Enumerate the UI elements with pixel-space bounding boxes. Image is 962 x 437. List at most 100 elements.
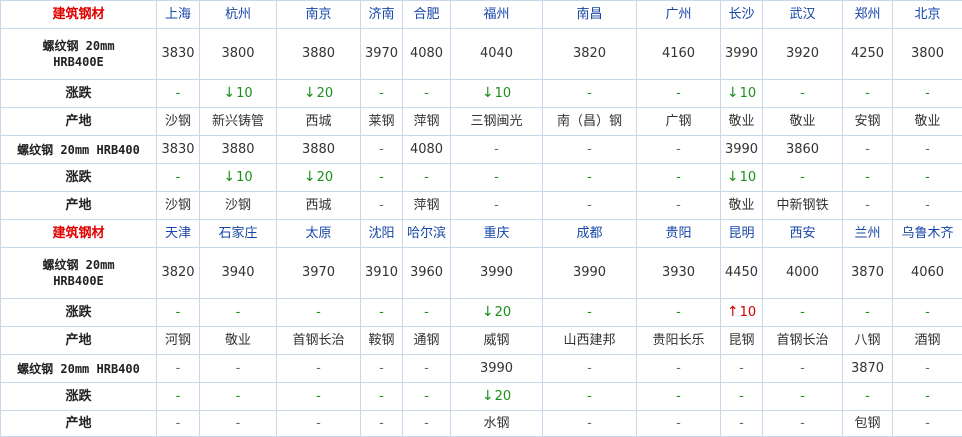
change-cell: ↓10: [200, 164, 277, 192]
city-header[interactable]: 南京: [277, 1, 361, 29]
price-cell: 3970: [277, 248, 361, 299]
change-value: -: [865, 86, 870, 101]
origin-cell: 莱钢: [361, 108, 403, 136]
arrow-down-icon: ↓: [304, 169, 316, 185]
city-header[interactable]: 上海: [157, 1, 200, 29]
origin-cell: -: [200, 411, 277, 437]
price-cell: 4160: [637, 29, 721, 80]
change-value: 10: [236, 86, 253, 101]
change-value: -: [800, 170, 805, 185]
city-header[interactable]: 贵阳: [637, 220, 721, 248]
product-label: 螺纹钢 20mm HRB400: [1, 355, 157, 383]
city-header[interactable]: 长沙: [721, 1, 763, 29]
change-cell: -: [637, 164, 721, 192]
origin-cell: -: [721, 411, 763, 437]
change-cell: -: [893, 299, 962, 327]
city-header[interactable]: 西安: [763, 220, 843, 248]
origin-cell: 首钢长治: [277, 327, 361, 355]
change-value: -: [865, 305, 870, 320]
change-value: -: [424, 86, 429, 101]
change-value: -: [424, 389, 429, 404]
city-header[interactable]: 武汉: [763, 1, 843, 29]
change-cell: -: [637, 80, 721, 108]
product-label-line: 螺纹钢 20mm HRB400: [17, 143, 140, 157]
origin-cell: 沙钢: [157, 108, 200, 136]
origin-cell: 安钢: [843, 108, 893, 136]
change-value: 20: [495, 305, 512, 320]
change-value: -: [739, 389, 744, 404]
origin-cell: -: [893, 192, 962, 220]
city-header[interactable]: 郑州: [843, 1, 893, 29]
change-value: -: [865, 389, 870, 404]
change-cell: -: [403, 383, 451, 411]
price-cell: 3870: [843, 248, 893, 299]
city-header[interactable]: 济南: [361, 1, 403, 29]
price-cell: 4060: [893, 248, 962, 299]
change-row: 涨跌-↓10↓20--↓10--↓10---: [1, 80, 962, 108]
price-cell: -: [543, 136, 637, 164]
city-header[interactable]: 杭州: [200, 1, 277, 29]
origin-cell: 三钢闽光: [451, 108, 543, 136]
origin-cell: -: [403, 411, 451, 437]
price-row: 螺纹钢 20mm HRB400383038803880-4080---39903…: [1, 136, 962, 164]
change-cell: -: [893, 164, 962, 192]
origin-cell: 通钢: [403, 327, 451, 355]
price-cell: -: [637, 136, 721, 164]
origin-cell: 包钢: [843, 411, 893, 437]
price-cell: 3800: [200, 29, 277, 80]
price-cell: 3870: [843, 355, 893, 383]
change-cell: ↓20: [451, 299, 543, 327]
origin-cell: 河钢: [157, 327, 200, 355]
change-cell: -: [157, 164, 200, 192]
origin-cell: 沙钢: [200, 192, 277, 220]
city-header[interactable]: 北京: [893, 1, 962, 29]
origin-cell: -: [763, 411, 843, 437]
origin-cell: 敬业: [763, 108, 843, 136]
change-cell: -: [543, 80, 637, 108]
city-header[interactable]: 哈尔滨: [403, 220, 451, 248]
change-cell: -: [277, 299, 361, 327]
change-cell: ↓10: [451, 80, 543, 108]
price-cell: 4040: [451, 29, 543, 80]
price-cell: 3990: [451, 248, 543, 299]
change-cell: ↓20: [277, 80, 361, 108]
arrow-down-icon: ↓: [482, 388, 494, 404]
change-cell: -: [277, 383, 361, 411]
city-header[interactable]: 福州: [451, 1, 543, 29]
city-header[interactable]: 南昌: [543, 1, 637, 29]
price-cell: 3880: [200, 136, 277, 164]
city-header[interactable]: 兰州: [843, 220, 893, 248]
change-value: -: [379, 170, 384, 185]
change-cell: -: [843, 383, 893, 411]
city-header[interactable]: 天津: [157, 220, 200, 248]
city-header[interactable]: 广州: [637, 1, 721, 29]
city-header[interactable]: 合肥: [403, 1, 451, 29]
origin-cell: -: [361, 192, 403, 220]
product-label-line: 螺纹钢 20mm: [42, 39, 114, 53]
city-header[interactable]: 重庆: [451, 220, 543, 248]
price-cell: 3940: [200, 248, 277, 299]
change-value: -: [176, 389, 181, 404]
origin-cell: 敬业: [721, 108, 763, 136]
change-row: 涨跌-----↓20------: [1, 383, 962, 411]
price-cell: -: [543, 355, 637, 383]
origin-cell: 南（昌）钢: [543, 108, 637, 136]
price-row: 螺纹钢 20mm HRB400-----3990----3870-: [1, 355, 962, 383]
price-cell: 3990: [543, 248, 637, 299]
origin-cell: 西城: [277, 192, 361, 220]
change-cell: -: [361, 164, 403, 192]
city-header[interactable]: 太原: [277, 220, 361, 248]
change-value: 10: [740, 86, 757, 101]
city-header[interactable]: 乌鲁木齐: [893, 220, 962, 248]
change-cell: ↑10: [721, 299, 763, 327]
arrow-up-icon: ↑: [727, 304, 739, 320]
city-header[interactable]: 石家庄: [200, 220, 277, 248]
price-cell: 3830: [157, 29, 200, 80]
origin-cell: 敬业: [721, 192, 763, 220]
city-header[interactable]: 成都: [543, 220, 637, 248]
price-cell: 3820: [543, 29, 637, 80]
change-cell: -: [763, 299, 843, 327]
origin-cell: 贵阳长乐: [637, 327, 721, 355]
city-header[interactable]: 沈阳: [361, 220, 403, 248]
city-header[interactable]: 昆明: [721, 220, 763, 248]
